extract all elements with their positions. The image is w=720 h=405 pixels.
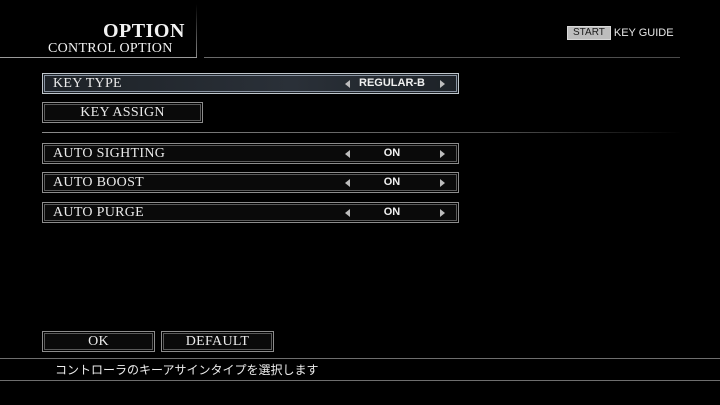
start-button-badge: START bbox=[567, 26, 611, 40]
arrow-left-icon[interactable] bbox=[345, 209, 350, 217]
option-auto-purge-value: ON bbox=[383, 206, 401, 218]
header-divider-vertical bbox=[196, 4, 197, 58]
key-guide-label: KEY GUIDE bbox=[613, 27, 674, 39]
option-auto-boost-value: ON bbox=[383, 176, 401, 188]
ok-button[interactable]: OK bbox=[42, 331, 155, 352]
section-divider bbox=[42, 132, 682, 133]
option-key-type-label: KEY TYPE bbox=[53, 76, 122, 91]
arrow-right-icon[interactable] bbox=[440, 150, 445, 158]
option-auto-sighting-label: AUTO SIGHTING bbox=[53, 146, 166, 161]
help-bar-bottom-rule bbox=[0, 380, 720, 381]
arrow-left-icon[interactable] bbox=[345, 80, 350, 88]
arrow-left-icon[interactable] bbox=[345, 150, 350, 158]
page-title: OPTION bbox=[103, 20, 185, 42]
header-rule bbox=[204, 57, 680, 58]
option-auto-boost-label: AUTO BOOST bbox=[53, 175, 145, 190]
header-underline bbox=[0, 57, 197, 58]
arrow-right-icon[interactable] bbox=[440, 209, 445, 217]
option-auto-purge-label: AUTO PURGE bbox=[53, 205, 145, 220]
option-auto-purge[interactable]: AUTO PURGE ON bbox=[42, 202, 459, 223]
option-key-type[interactable]: KEY TYPE REGULAR-B bbox=[42, 73, 459, 94]
option-auto-boost[interactable]: AUTO BOOST ON bbox=[42, 172, 459, 193]
option-auto-sighting-value: ON bbox=[383, 147, 401, 159]
option-key-type-value: REGULAR-B bbox=[359, 77, 425, 89]
option-auto-sighting[interactable]: AUTO SIGHTING ON bbox=[42, 143, 459, 164]
help-bar-top-rule bbox=[0, 358, 720, 359]
help-text: コントローラのキーアサインタイプを選択します bbox=[55, 363, 319, 377]
arrow-right-icon[interactable] bbox=[440, 179, 445, 187]
key-guide[interactable]: START KEY GUIDE bbox=[567, 26, 674, 40]
default-button[interactable]: DEFAULT bbox=[161, 331, 274, 352]
arrow-right-icon[interactable] bbox=[440, 80, 445, 88]
arrow-left-icon[interactable] bbox=[345, 179, 350, 187]
page-subtitle: CONTROL OPTION bbox=[48, 41, 173, 56]
key-assign-button[interactable]: KEY ASSIGN bbox=[42, 102, 203, 123]
